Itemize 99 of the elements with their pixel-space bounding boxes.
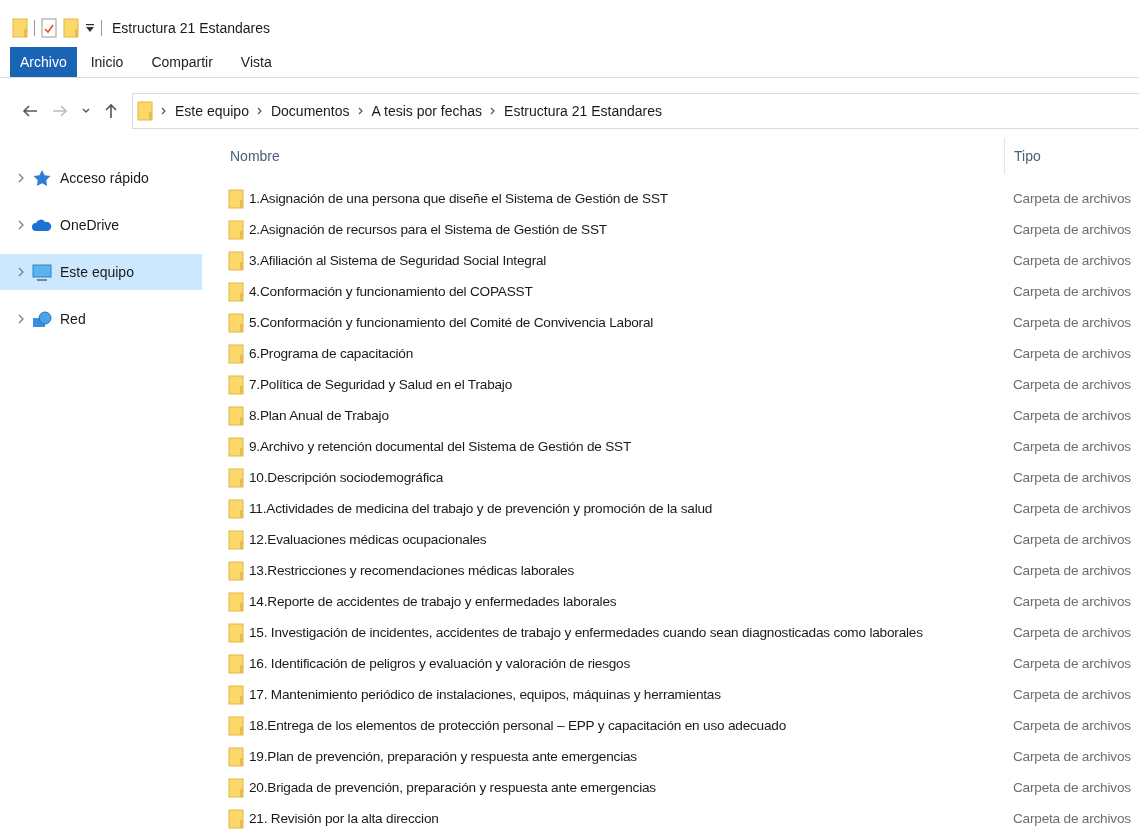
breadcrumb[interactable]: Estructura 21 Estandares [504, 103, 663, 119]
file-type: Carpeta de archivos [1013, 594, 1131, 609]
chevron-right-icon[interactable] [18, 267, 24, 277]
file-type: Carpeta de archivos [1013, 222, 1131, 237]
breadcrumb[interactable]: A tesis por fechas [371, 103, 483, 119]
ribbon-tab[interactable]: Inicio [76, 47, 138, 77]
file-type: Carpeta de archivos [1013, 718, 1131, 733]
sidebar-label: Acceso rápido [60, 170, 149, 186]
monitor-icon [32, 263, 52, 281]
window-title: Estructura 21 Estandares [112, 20, 270, 36]
folder-icon [228, 343, 244, 364]
file-type: Carpeta de archivos [1013, 563, 1131, 578]
folder-icon [228, 591, 244, 612]
folder-icon [228, 281, 244, 302]
sidebar-label: Este equipo [60, 264, 134, 280]
file-type: Carpeta de archivos [1013, 811, 1131, 826]
chevron-right-icon[interactable] [357, 107, 364, 115]
file-name[interactable]: 11.Actividades de medicina del trabajo y de prevención y promoción de la salud [249, 501, 713, 516]
chevron-right-icon[interactable] [18, 173, 24, 183]
file-type: Carpeta de archivos [1013, 315, 1131, 330]
file-name[interactable]: 6.Programa de capacitación [249, 346, 414, 361]
breadcrumb[interactable]: Este equipo [175, 103, 249, 119]
network-icon [32, 310, 52, 328]
column-header[interactable]: Nombre [228, 148, 1004, 164]
file-name[interactable]: 8.Plan Anual de Trabajo [249, 408, 389, 423]
file-type: Carpeta de archivos [1013, 408, 1131, 423]
file-name[interactable]: 18.Entrega de los elementos de protección personal – EPP y capacitación en uso adecuado [249, 718, 787, 733]
folder-icon [228, 622, 244, 643]
file-name[interactable]: 16. Identificación de peligros y evaluación y valoración de riesgos [249, 656, 631, 671]
sidebar-item[interactable]: OneDrive [0, 207, 202, 243]
file-type: Carpeta de archivos [1013, 656, 1131, 671]
file-name[interactable]: 10.Descripción sociodemográfica [249, 470, 444, 485]
file-type: Carpeta de archivos [1013, 532, 1131, 547]
file-name[interactable]: 4.Conformación y funcionamiento del COPASST [249, 284, 533, 299]
file-name[interactable]: 15. Investigación de incidentes, accidentes de trabajo y enfermedades cuando sean diagnosticadas como laborales [249, 625, 923, 640]
folder-icon [228, 374, 244, 395]
file-type: Carpeta de archivos [1013, 501, 1131, 516]
ribbon-tab[interactable]: Vista [226, 47, 286, 77]
file-type: Carpeta de archivos [1013, 377, 1131, 392]
file-name[interactable]: 21. Revisión por la alta direccion [249, 811, 439, 826]
chevron-right-icon[interactable] [161, 107, 167, 115]
folder-icon [228, 560, 244, 581]
ribbon-tab[interactable]: Compartir [137, 47, 227, 77]
sidebar-item[interactable]: Red [0, 301, 202, 337]
up-arrow-icon[interactable] [104, 103, 118, 119]
ribbon-tab[interactable]: Archivo [10, 47, 77, 77]
file-name[interactable]: 1.Asignación de una persona que diseñe el Sistema de Gestión de SST [249, 191, 668, 206]
chevron-right-icon[interactable] [490, 107, 497, 115]
file-type: Carpeta de archivos [1013, 780, 1131, 795]
file-name[interactable]: 20.Brigada de prevención, preparación y respuesta ante emergencias [249, 780, 656, 795]
file-name[interactable]: 19.Plan de prevención, preparación y respuesta ante emergencias [249, 749, 637, 764]
folder-icon [137, 101, 153, 121]
folder-icon [228, 405, 244, 426]
sidebar-label: OneDrive [60, 217, 120, 233]
file-name[interactable]: 2.Asignación de recursos para el Sistema de Gestión de SST [249, 222, 607, 237]
file-name[interactable]: 12.Evaluaciones médicas ocupacionales [249, 532, 487, 547]
chevron-right-icon[interactable] [256, 107, 263, 115]
file-name[interactable]: 17. Mantenimiento periódico de instalaciones, equipos, máquinas y herramientas [249, 687, 721, 702]
file-type: Carpeta de archivos [1013, 687, 1131, 702]
folder-icon [228, 312, 244, 333]
file-name[interactable]: 13.Restricciones y recomendaciones médicas laborales [249, 563, 575, 578]
file-type: Carpeta de archivos [1013, 470, 1131, 485]
checklist-icon[interactable] [41, 18, 57, 38]
folder-icon [228, 777, 244, 798]
folder-icon [228, 467, 244, 488]
file-type: Carpeta de archivos [1013, 191, 1131, 206]
back-arrow-icon[interactable] [22, 104, 38, 118]
star-icon [32, 169, 52, 187]
folder-icon [228, 746, 244, 767]
dropdown-icon[interactable] [85, 23, 95, 33]
sidebar-item[interactable]: Este equipo [0, 254, 202, 290]
file-name[interactable]: 14.Reporte de accidentes de trabajo y enfermedades laborales [249, 594, 617, 609]
file-type: Carpeta de archivos [1013, 749, 1131, 764]
column-header[interactable]: Tipo [1014, 148, 1041, 164]
folder-icon [228, 653, 244, 674]
folder-icon [228, 250, 244, 271]
file-type: Carpeta de archivos [1013, 625, 1131, 640]
folder-icon [228, 498, 244, 519]
file-name[interactable]: 7.Política de Seguridad y Salud en el Trabajo [249, 377, 513, 392]
folder-icon [228, 436, 244, 457]
file-type: Carpeta de archivos [1013, 346, 1131, 361]
folder-icon [228, 715, 244, 736]
file-name[interactable]: 5.Conformación y funcionamiento del Comité de Convivencia Laboral [249, 315, 654, 330]
file-type: Carpeta de archivos [1013, 439, 1131, 454]
chevron-right-icon[interactable] [18, 220, 24, 230]
folder-icon [228, 684, 244, 705]
chevron-down-icon[interactable] [82, 108, 90, 114]
breadcrumb[interactable]: Documentos [270, 103, 350, 119]
file-name[interactable]: 9.Archivo y retención documental del Sistema de Gestión de SST [249, 439, 632, 454]
sidebar-label: Red [60, 311, 86, 327]
folder-icon [228, 529, 244, 550]
file-type: Carpeta de archivos [1013, 253, 1131, 268]
folder-icon [228, 188, 244, 209]
file-name[interactable]: 3.Afiliación al Sistema de Seguridad Social Integral [249, 253, 547, 268]
folder-icon [228, 219, 244, 240]
chevron-right-icon[interactable] [18, 314, 24, 324]
folder-icon [228, 808, 244, 829]
sidebar-item[interactable]: Acceso rápido [0, 160, 202, 196]
file-type: Carpeta de archivos [1013, 284, 1131, 299]
